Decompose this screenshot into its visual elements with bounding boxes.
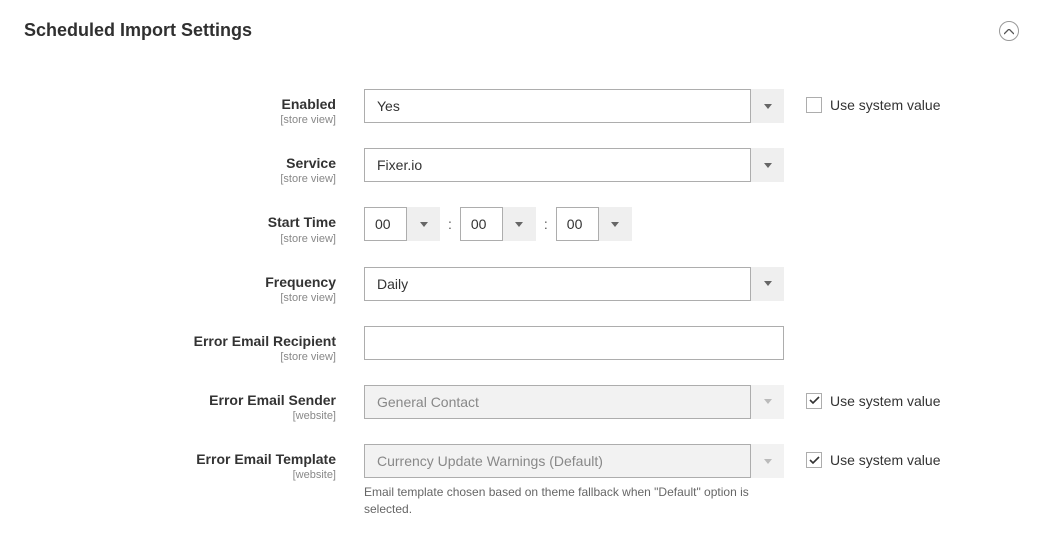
start-time-minute-select[interactable]: [460, 207, 536, 241]
field-service: Service [store view]: [24, 148, 1019, 185]
scope-error-sender: [website]: [24, 410, 336, 422]
service-select[interactable]: [364, 148, 784, 182]
scope-enabled: [store view]: [24, 114, 336, 126]
error-sender-select: [364, 385, 784, 419]
field-error-recipient: Error Email Recipient [store view]: [24, 326, 1019, 363]
error-template-select: [364, 444, 784, 478]
label-enabled: Enabled: [24, 95, 336, 113]
start-time-hour-select[interactable]: [364, 207, 440, 241]
scope-error-template: [website]: [24, 469, 336, 481]
label-error-sender: Error Email Sender: [24, 391, 336, 409]
scope-start-time: [store view]: [24, 233, 336, 245]
error-recipient-input[interactable]: [364, 326, 784, 360]
error-sender-use-system-label: Use system value: [830, 393, 940, 409]
scope-service: [store view]: [24, 173, 336, 185]
frequency-select-value[interactable]: [364, 267, 784, 301]
label-error-recipient: Error Email Recipient: [24, 332, 336, 350]
start-time-minute-value[interactable]: [460, 207, 536, 241]
enabled-use-system-checkbox[interactable]: [806, 97, 822, 113]
service-select-value[interactable]: [364, 148, 784, 182]
start-time-second-value[interactable]: [556, 207, 632, 241]
section-title: Scheduled Import Settings: [24, 20, 252, 41]
label-start-time: Start Time: [24, 213, 336, 231]
collapse-toggle[interactable]: [999, 21, 1019, 41]
label-frequency: Frequency: [24, 273, 336, 291]
time-separator: :: [544, 216, 548, 232]
chevron-up-icon: [1004, 22, 1014, 40]
start-time-hour-value[interactable]: [364, 207, 440, 241]
field-start-time: Start Time [store view] : :: [24, 207, 1019, 244]
scope-error-recipient: [store view]: [24, 351, 336, 363]
error-template-select-value: [364, 444, 784, 478]
field-error-sender: Error Email Sender [website] Use system …: [24, 385, 1019, 422]
start-time-second-select[interactable]: [556, 207, 632, 241]
label-error-template: Error Email Template: [24, 450, 336, 468]
field-enabled: Enabled [store view] Use system value: [24, 89, 1019, 126]
frequency-select[interactable]: [364, 267, 784, 301]
enabled-select[interactable]: [364, 89, 784, 123]
error-template-help: Email template chosen based on theme fal…: [364, 484, 784, 518]
error-sender-select-value: [364, 385, 784, 419]
error-template-use-system-label: Use system value: [830, 452, 940, 468]
field-error-template: Error Email Template [website] Email tem…: [24, 444, 1019, 518]
enabled-select-value[interactable]: [364, 89, 784, 123]
time-separator: :: [448, 216, 452, 232]
scope-frequency: [store view]: [24, 292, 336, 304]
error-template-use-system-checkbox[interactable]: [806, 452, 822, 468]
error-sender-use-system-checkbox[interactable]: [806, 393, 822, 409]
field-frequency: Frequency [store view]: [24, 267, 1019, 304]
enabled-use-system-label: Use system value: [830, 97, 940, 113]
label-service: Service: [24, 154, 336, 172]
